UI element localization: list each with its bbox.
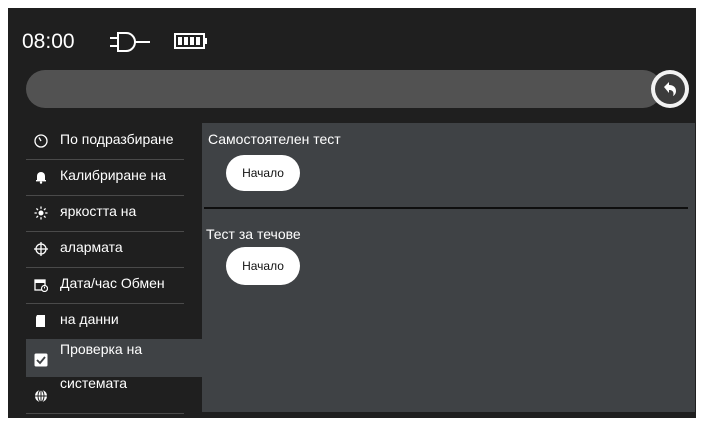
sidebar-item-label: Калибриране на [60,167,167,183]
sidebar-item-label: Дата/час Обмен [60,275,165,291]
sidebar-item-label: Проверка на [60,341,143,357]
sidebar-menu: По подразбиране Калибриране на яркостта … [26,123,202,414]
sidebar-item-label: на данни [60,311,119,327]
back-button[interactable] [651,70,689,108]
self-test-title: Самостоятелен тест [208,131,341,147]
leak-test-title: Тест за течове [206,226,301,242]
sidebar-item-label: яркостта на [60,203,137,219]
sidebar-item-system[interactable]: системата [26,375,184,414]
checkbox-icon [34,353,48,367]
title-bar [26,70,662,108]
sidebar-item-label: системата [60,375,128,391]
plug-icon [110,32,150,52]
bell-icon [36,172,46,184]
brightness-icon [34,206,48,220]
gauge-icon [34,134,48,148]
sidebar-item-label: алармата [60,239,123,255]
crosshair-icon [34,242,48,256]
calendar-clock-icon [34,279,48,292]
self-test-start-button[interactable]: Начало [226,155,300,191]
sidebar-item-default[interactable]: По подразбиране [26,123,184,160]
sidebar-item-label: По подразбиране [60,131,174,147]
device-screen: 08:00 По подразбиране Калибриране на ярк… [8,8,696,418]
leak-test-start-button[interactable]: Начало [226,247,300,285]
section-divider [204,207,688,209]
sidebar-item-brightness[interactable]: яркостта на [26,195,184,232]
settings-panel: Самостоятелен тест Начало Тест за течове… [202,123,695,412]
sidebar-item-alarm[interactable]: алармата [26,231,184,268]
back-arrow-icon [664,82,676,96]
globe-icon [35,389,47,403]
sd-card-icon [36,315,45,327]
sidebar-item-data[interactable]: на данни [26,303,184,340]
sidebar-item-system-check[interactable]: Проверка на [26,339,202,377]
battery-full-icon [174,33,207,49]
clock: 08:00 [22,30,75,53]
sidebar-item-datetime[interactable]: Дата/час Обмен [26,267,184,304]
sidebar-item-calibration[interactable]: Калибриране на [26,159,184,196]
